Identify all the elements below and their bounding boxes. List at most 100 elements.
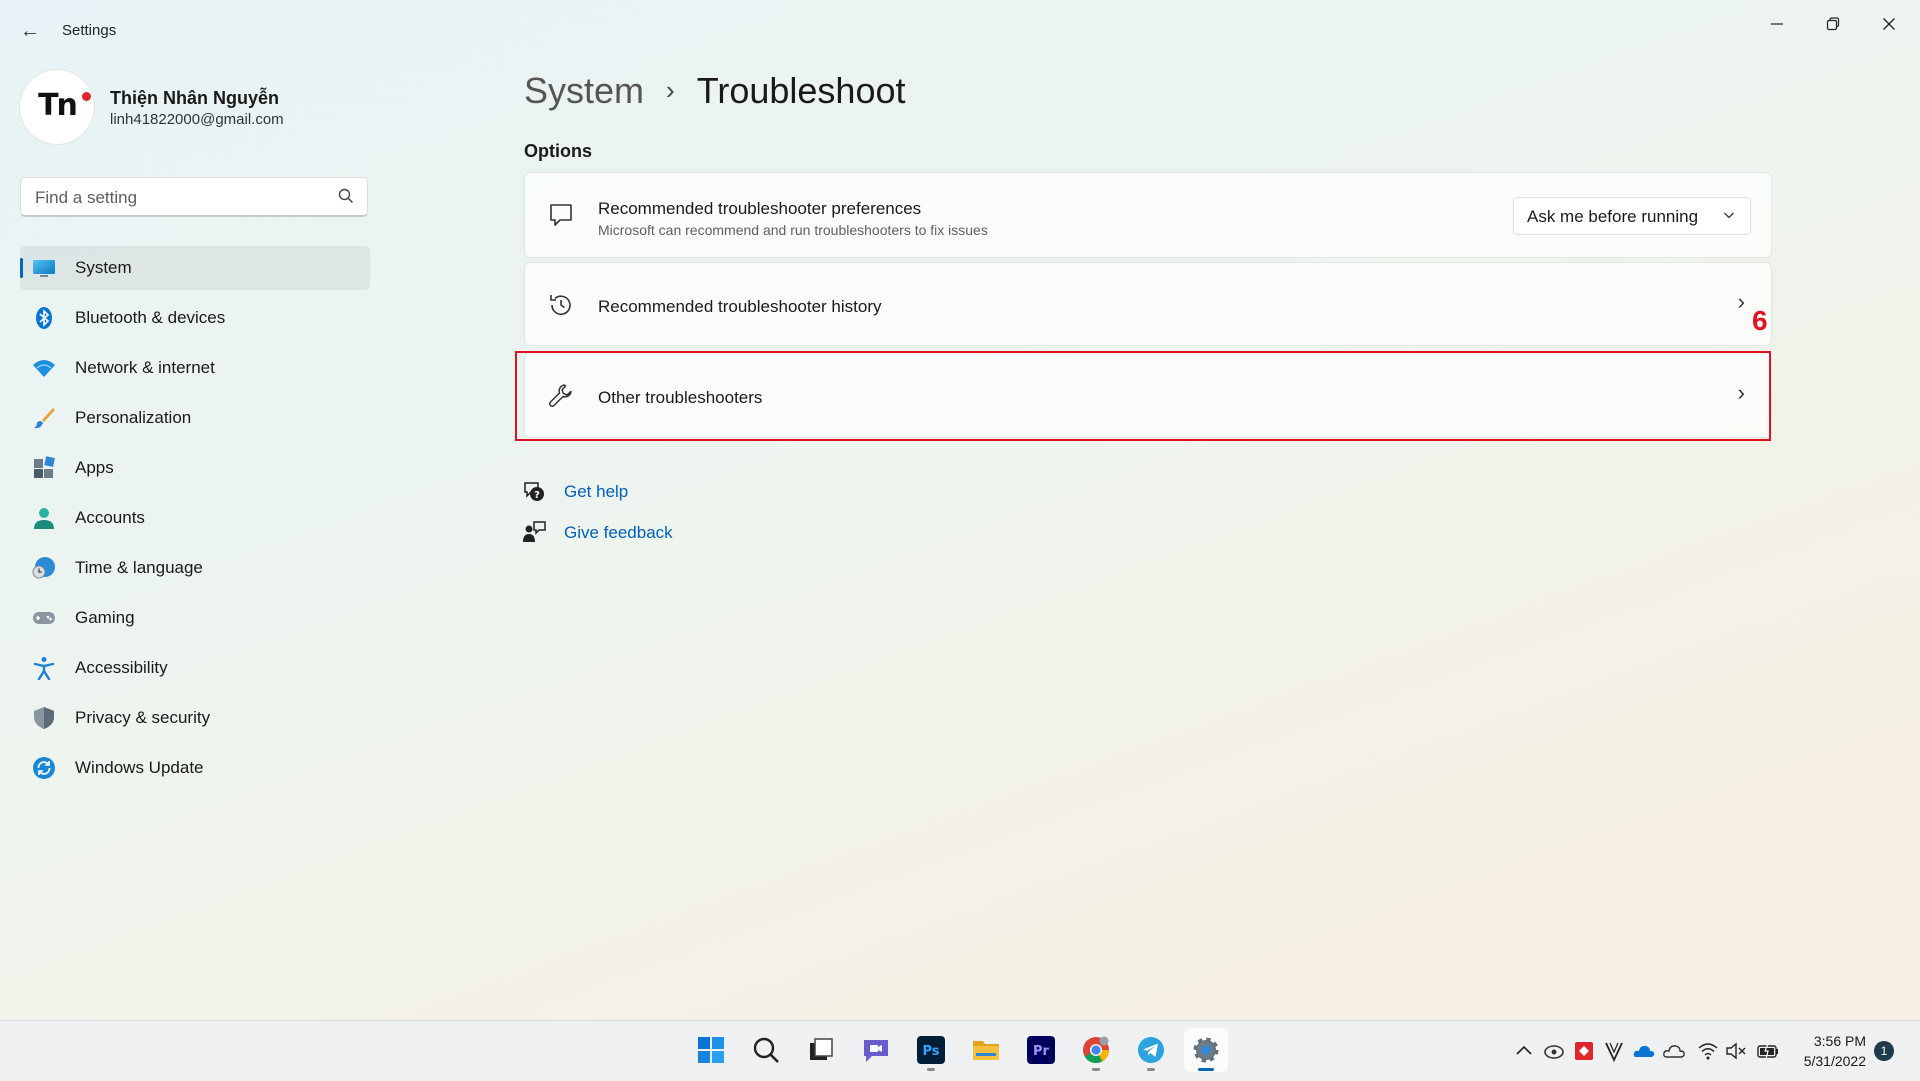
chevron-right-icon: › (1737, 289, 1745, 314)
minimize-button[interactable] (1754, 8, 1800, 40)
close-button[interactable] (1866, 8, 1912, 40)
brush-icon (34, 408, 55, 429)
bluetooth-icon (36, 307, 52, 329)
wifi-icon[interactable] (1697, 1040, 1719, 1062)
troubleshooter-history-card[interactable]: Recommended troubleshooter history › (524, 262, 1772, 346)
sidebar-item-windows-update[interactable]: Windows Update (20, 746, 370, 790)
system-icon (33, 260, 55, 277)
apps-icon (34, 456, 55, 478)
sidebar-item-system[interactable]: System (20, 246, 370, 290)
sidebar-item-label: Network & internet (75, 358, 215, 377)
sidebar-item-time-language[interactable]: Time & language (20, 546, 370, 590)
restore-button[interactable] (1810, 8, 1856, 40)
chat-bubble-icon (550, 204, 572, 226)
start-icon (698, 1037, 724, 1063)
mute-icon[interactable] (1725, 1040, 1747, 1062)
sidebar-item-gaming[interactable]: Gaming (20, 596, 370, 640)
chat-button[interactable] (854, 1028, 898, 1072)
link-label: Give feedback (564, 523, 673, 542)
sidebar-item-label: Time & language (75, 558, 203, 577)
taskbar-clock[interactable]: 3:56 PM 5/31/2022 (1786, 1031, 1866, 1071)
help-icon: ? (524, 482, 544, 501)
chevron-up-icon[interactable] (1513, 1040, 1535, 1062)
update-icon (33, 757, 55, 779)
card-title: Recommended troubleshooter preferences (598, 199, 922, 218)
search-input[interactable] (33, 184, 327, 212)
sidebar-item-accessibility[interactable]: Accessibility (20, 646, 370, 690)
red-app-icon[interactable] (1573, 1040, 1595, 1062)
chevron-right-icon: › (1737, 380, 1745, 405)
telegram-icon (1138, 1037, 1164, 1063)
back-arrow-icon: ← (20, 20, 40, 42)
link-label: Get help (564, 482, 629, 501)
profile-email: linh41822000@gmail.com (110, 111, 284, 128)
avatar-dot (82, 92, 91, 101)
profile-name: Thiện Nhân Nguyễn (110, 88, 280, 108)
telegram-button[interactable] (1129, 1028, 1173, 1072)
sidebar-item-label: Apps (75, 458, 114, 477)
search-icon[interactable] (337, 187, 355, 205)
restore-icon (1826, 17, 1840, 31)
task-view-icon (810, 1038, 833, 1060)
person-icon (34, 508, 54, 529)
back-button[interactable]: ← (16, 18, 44, 44)
chrome-button[interactable] (1074, 1028, 1118, 1072)
photoshop-button[interactable]: Ps (909, 1028, 953, 1072)
minimize-icon (1771, 23, 1783, 25)
section-label: Options (524, 141, 592, 161)
photoshop-label: Ps (922, 1044, 939, 1059)
start-button[interactable] (689, 1028, 733, 1072)
sidebar-item-personalization[interactable]: Personalization (20, 396, 370, 440)
taskbar: Ps Pr (0, 1020, 1920, 1081)
running-indicator (1092, 1068, 1100, 1071)
card-title: Recommended troubleshooter history (598, 297, 882, 316)
card-title: Other troubleshooters (598, 388, 763, 407)
card-subtitle: Microsoft can recommend and run troubles… (598, 222, 988, 238)
cloud-icon[interactable] (1663, 1040, 1685, 1062)
sidebar-item-privacy-security[interactable]: Privacy & security (20, 696, 370, 740)
troubleshooter-preference-dropdown[interactable]: Ask me before running (1513, 197, 1751, 235)
file-explorer-icon (973, 1041, 999, 1060)
sidebar-item-label: Gaming (75, 608, 135, 627)
battery-icon[interactable] (1757, 1040, 1779, 1062)
task-view-button[interactable] (799, 1028, 843, 1072)
troubleshooter-preferences-card: Recommended troubleshooter preferences M… (524, 172, 1772, 258)
sidebar-nav: System Bluetooth & devices Network & int… (20, 246, 370, 796)
sidebar-item-label: System (75, 258, 132, 277)
avatar-initials: Tn (38, 88, 78, 123)
avatar[interactable]: Tn (20, 70, 94, 144)
app-title: Settings (62, 22, 117, 39)
sidebar-item-label: Accounts (75, 508, 145, 527)
svg-text:?: ? (534, 490, 540, 501)
accessibility-icon (33, 657, 55, 680)
step-number: 6 (1752, 305, 1768, 336)
clock-date: 5/31/2022 (1803, 1053, 1866, 1069)
sidebar-item-network[interactable]: Network & internet (20, 346, 370, 390)
sidebar-item-label: Windows Update (75, 758, 204, 777)
chevron-down-icon (1724, 212, 1734, 219)
active-indicator (1198, 1068, 1214, 1071)
sidebar-item-bluetooth[interactable]: Bluetooth & devices (20, 296, 370, 340)
premiere-label: Pr (1033, 1044, 1050, 1059)
premiere-icon: Pr (1027, 1036, 1055, 1064)
search-icon (753, 1037, 779, 1063)
onedrive-icon[interactable] (1633, 1040, 1655, 1062)
breadcrumb-separator: › (666, 75, 675, 105)
sidebar-item-apps[interactable]: Apps (20, 446, 370, 490)
breadcrumb-parent[interactable]: System (524, 70, 644, 111)
sidebar-item-label: Personalization (75, 408, 192, 427)
chrome-icon (1083, 1036, 1110, 1064)
feedback-icon (523, 521, 546, 542)
file-explorer-button[interactable] (964, 1028, 1008, 1072)
cloud-sync-icon[interactable] (1543, 1040, 1565, 1062)
notification-badge[interactable]: 1 (1874, 1041, 1894, 1061)
other-troubleshooters-card[interactable]: Other troubleshooters › (524, 352, 1772, 438)
premiere-button[interactable]: Pr (1019, 1028, 1063, 1072)
close-icon (1883, 18, 1895, 30)
settings-icon (1193, 1037, 1219, 1063)
v-icon[interactable] (1603, 1040, 1625, 1062)
settings-button[interactable] (1184, 1028, 1228, 1072)
taskbar-search-button[interactable] (744, 1028, 788, 1072)
sidebar-item-label: Accessibility (75, 658, 168, 677)
sidebar-item-accounts[interactable]: Accounts (20, 496, 370, 540)
